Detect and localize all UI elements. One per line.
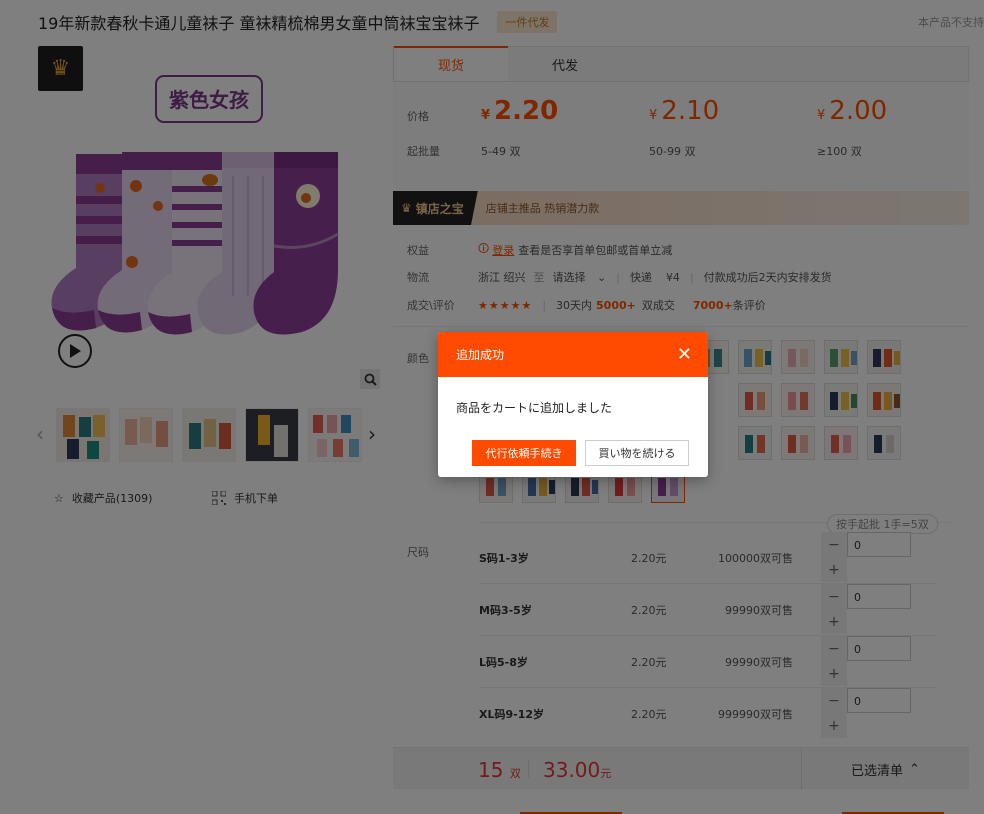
dialog-message: 商品をカートに追加しました [456, 401, 613, 415]
proxy-request-button[interactable]: 代行依頼手続き [472, 440, 576, 466]
continue-shopping-button[interactable]: 買い物を続ける [585, 440, 689, 466]
dialog-header: 追加成功 ✕ [438, 332, 708, 377]
add-success-dialog: 追加成功 ✕ 商品をカートに追加しました 代行依頼手続き 買い物を続ける [438, 332, 708, 477]
dialog-title: 追加成功 [456, 348, 505, 362]
close-icon[interactable]: ✕ [677, 345, 692, 364]
